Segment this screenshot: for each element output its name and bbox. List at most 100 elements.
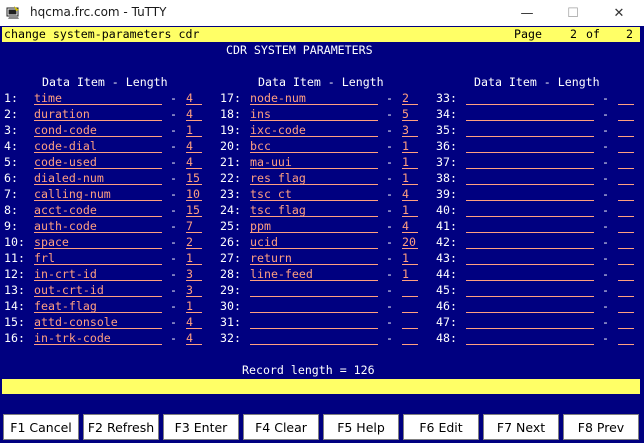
field-underline: [618, 120, 634, 121]
field-underline: [186, 120, 202, 121]
separator-dash: -: [170, 331, 177, 345]
field-underline: [250, 152, 378, 153]
function-key-4-button[interactable]: F4 Clear: [243, 414, 319, 440]
function-key-2-button[interactable]: F2 Refresh: [83, 414, 159, 440]
field-underline: [402, 328, 418, 329]
item-number: 9:: [4, 219, 18, 233]
item-number: 47:: [436, 315, 457, 329]
record-length: Record length = 126: [242, 363, 375, 377]
function-key-7-button[interactable]: F7 Next: [483, 414, 559, 440]
separator-dash: -: [602, 315, 609, 329]
field-underline: [402, 152, 418, 153]
field-underline: [402, 120, 418, 121]
field-underline: [34, 312, 162, 313]
terminal-screen[interactable]: change system-parameters cdr Page 2 of 2…: [0, 26, 644, 412]
field-underline: [618, 136, 634, 137]
separator-dash: -: [602, 283, 609, 297]
field-underline: [618, 216, 634, 217]
item-number: 39:: [436, 187, 457, 201]
close-button[interactable]: ✕: [596, 0, 642, 26]
field-underline: [466, 264, 594, 265]
maximize-button[interactable]: ☐: [550, 0, 596, 26]
separator-dash: -: [170, 123, 177, 137]
field-underline: [186, 168, 202, 169]
separator-dash: -: [170, 315, 177, 329]
minimize-button[interactable]: —: [504, 0, 550, 26]
function-key-bar: F1 Cancel F2 Refresh F3 Enter F4 Clear F5 He…: [0, 412, 644, 443]
item-number: 31:: [220, 315, 241, 329]
field-underline: [34, 328, 162, 329]
field-underline: [618, 344, 634, 345]
field-underline: [466, 312, 594, 313]
item-number: 32:: [220, 331, 241, 345]
item-number: 33:: [436, 91, 457, 105]
field-underline: [466, 120, 594, 121]
separator-dash: -: [602, 251, 609, 265]
field-underline: [618, 328, 634, 329]
field-underline: [250, 168, 378, 169]
separator-dash: -: [386, 123, 393, 137]
field-underline: [34, 200, 162, 201]
field-underline: [250, 216, 378, 217]
separator-dash: -: [386, 251, 393, 265]
item-number: 41:: [436, 219, 457, 233]
field-underline: [250, 200, 378, 201]
field-underline: [186, 136, 202, 137]
separator-dash: -: [386, 139, 393, 153]
field-underline: [402, 312, 418, 313]
item-number: 38:: [436, 171, 457, 185]
field-underline: [250, 120, 378, 121]
item-number: 37:: [436, 155, 457, 169]
field-underline: [34, 152, 162, 153]
function-key-8-button[interactable]: F8 Prev: [563, 414, 639, 440]
field-underline: [34, 184, 162, 185]
item-number: 12:: [4, 267, 25, 281]
field-underline: [34, 136, 162, 137]
field-underline: [618, 200, 634, 201]
field-underline: [466, 104, 594, 105]
separator-dash: -: [386, 283, 393, 297]
separator-dash: -: [386, 107, 393, 121]
function-key-6-button[interactable]: F6 Edit: [403, 414, 479, 440]
separator-dash: -: [602, 155, 609, 169]
item-number: 27:: [220, 251, 241, 265]
field-underline: [250, 328, 378, 329]
message-bar: [2, 379, 640, 394]
item-number: 2:: [4, 107, 18, 121]
separator-dash: -: [170, 251, 177, 265]
field-underline: [402, 104, 418, 105]
separator-dash: -: [602, 171, 609, 185]
field-underline: [34, 296, 162, 297]
function-key-5-button[interactable]: F5 Help: [323, 414, 399, 440]
minimize-icon: —: [520, 5, 534, 21]
separator-dash: -: [602, 235, 609, 249]
field-underline: [34, 104, 162, 105]
separator-dash: -: [386, 187, 393, 201]
item-number: 45:: [436, 283, 457, 297]
separator-dash: -: [170, 219, 177, 233]
separator-dash: -: [170, 283, 177, 297]
item-number: 34:: [436, 107, 457, 121]
field-underline: [34, 120, 162, 121]
separator-dash: -: [602, 203, 609, 217]
field-underline: [618, 168, 634, 169]
separator-dash: -: [170, 187, 177, 201]
field-underline: [250, 184, 378, 185]
separator-dash: -: [602, 139, 609, 153]
form-title: CDR SYSTEM PARAMETERS: [226, 43, 373, 57]
separator-dash: -: [170, 235, 177, 249]
item-number: 22:: [220, 171, 241, 185]
item-number: 3:: [4, 123, 18, 137]
window-titlebar: hqcma.frc.com - TuTTY — ☐ ✕: [0, 0, 644, 27]
field-underline: [186, 216, 202, 217]
function-key-3-button[interactable]: F3 Enter: [163, 414, 239, 440]
window-title: hqcma.frc.com - TuTTY: [30, 5, 167, 19]
field-underline: [466, 200, 594, 201]
field-underline: [250, 104, 378, 105]
field-underline: [402, 168, 418, 169]
field-underline: [618, 296, 634, 297]
item-number: 25:: [220, 219, 241, 233]
function-key-1-button[interactable]: F1 Cancel: [3, 414, 79, 440]
close-icon: ✕: [613, 5, 625, 21]
field-underline: [402, 344, 418, 345]
